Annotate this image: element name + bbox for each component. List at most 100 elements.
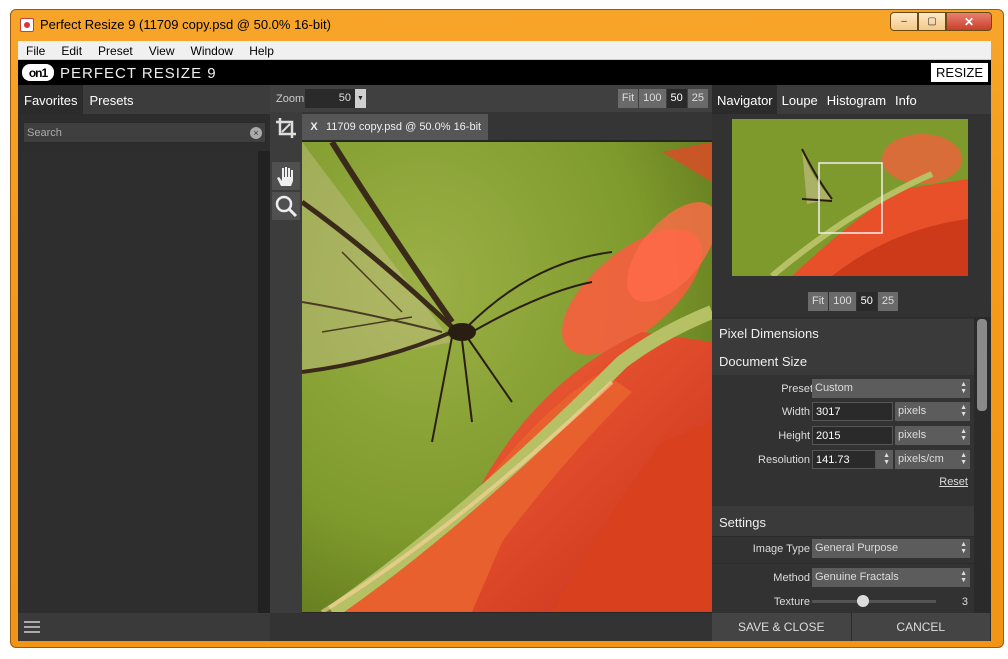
height-label: Height (778, 430, 810, 442)
resolution-stepper[interactable]: ▲ ▼ (876, 450, 893, 469)
reset-link[interactable]: Reset (939, 476, 968, 488)
zoom-25-button[interactable]: 25 (687, 89, 708, 108)
resolution-label: Resolution (758, 454, 810, 466)
zoom-tool-icon[interactable] (272, 192, 300, 220)
minimize-button[interactable]: – (890, 12, 918, 31)
resolution-input[interactable]: 141.73 (812, 450, 876, 469)
tab-loupe[interactable]: Loupe (777, 85, 822, 114)
center-footer (270, 613, 712, 641)
updown-icon: ▲ ▼ (960, 570, 967, 584)
footer-buttons: SAVE & CLOSE CANCEL (712, 613, 991, 641)
tab-histogram[interactable]: Histogram (822, 85, 890, 114)
brand-bar: on1 PERFECT RESIZE 9 RESIZE (18, 60, 991, 85)
left-panel: Favorites Presets Search × (18, 85, 270, 613)
settings-header[interactable]: Settings (712, 506, 974, 536)
width-unit-select[interactable]: pixels ▲ ▼ (895, 402, 970, 421)
tab-navigator[interactable]: Navigator (712, 85, 777, 114)
tab-presets[interactable]: Presets (83, 85, 139, 114)
search-placeholder: Search (27, 127, 62, 139)
window-controls: – ▢ ✕ (890, 12, 992, 31)
height-unit: pixels (898, 429, 927, 441)
right-panel: Navigator Loupe Histogram Info Fit 100 5… (712, 85, 991, 641)
nav-25-button[interactable]: 25 (877, 292, 899, 311)
document-size-header[interactable]: Document Size (712, 347, 974, 375)
save-close-button[interactable]: SAVE & CLOSE (712, 613, 852, 641)
maximize-button[interactable]: ▢ (918, 12, 946, 31)
menu-view[interactable]: View (141, 41, 183, 59)
menu-window[interactable]: Window (183, 41, 242, 59)
app-body: on1 PERFECT RESIZE 9 RESIZE Favorites Pr… (18, 60, 991, 641)
zoom-fit-button[interactable]: Fit (617, 89, 639, 108)
menu-edit[interactable]: Edit (53, 41, 90, 59)
texture-slider[interactable] (812, 595, 936, 607)
updown-icon: ▲ ▼ (960, 541, 967, 555)
nav-100-button[interactable]: 100 (829, 292, 856, 311)
scrollbar-thumb[interactable] (977, 319, 987, 411)
tab-favorites[interactable]: Favorites (18, 85, 84, 114)
navigator-preview[interactable] (732, 119, 968, 276)
method-label: Method (773, 572, 810, 584)
app-name: PERFECT RESIZE 9 (60, 65, 217, 82)
left-tabs: Favorites Presets (18, 85, 270, 114)
zoom-buttons: Fit 100 50 25 (617, 89, 708, 108)
image-type-select[interactable]: General Purpose ▲ ▼ (812, 539, 970, 558)
list-view-icon[interactable] (24, 621, 40, 633)
center-panel: Zoom 50 ▼ Fit 100 50 25 X 11709 copy.psd … (270, 85, 712, 641)
menu-help[interactable]: Help (241, 41, 282, 59)
left-footer (18, 613, 270, 641)
cancel-button[interactable]: CANCEL (851, 613, 991, 641)
updown-icon: ▲ ▼ (960, 452, 967, 466)
menu-bar: File Edit Preset View Window Help (18, 41, 991, 60)
on1-logo: on1 (22, 64, 54, 81)
height-input[interactable]: 2015 (812, 426, 893, 445)
preset-list (18, 151, 258, 613)
close-button[interactable]: ✕ (946, 12, 992, 31)
tool-strip (270, 112, 302, 641)
close-document-icon[interactable]: X (302, 114, 326, 140)
menu-preset[interactable]: Preset (90, 41, 141, 59)
height-unit-select[interactable]: pixels ▲ ▼ (895, 426, 970, 445)
texture-slider-handle[interactable] (856, 595, 869, 607)
tab-info[interactable]: Info (890, 85, 921, 114)
width-input[interactable]: 3017 (812, 402, 893, 421)
search-input[interactable]: Search × (23, 122, 266, 143)
width-label: Width (781, 406, 810, 418)
title-bar: Perfect Resize 9 (11709 copy.psd @ 50.0%… (10, 12, 1004, 40)
clear-search-icon[interactable]: × (250, 127, 262, 139)
zoom-input[interactable]: 50 (305, 89, 355, 108)
zoom-label: Zoom (276, 93, 305, 105)
image-type-label: Image Type (752, 543, 810, 555)
updown-icon: ▲ ▼ (960, 404, 967, 418)
document-name: 11709 copy.psd @ 50.0% 16-bit (326, 121, 482, 133)
preset-select[interactable]: Custom ▲ ▼ (812, 379, 970, 398)
canvas-area[interactable] (302, 140, 712, 613)
zoom-100-button[interactable]: 100 (639, 89, 666, 108)
image-type-value: General Purpose (815, 542, 899, 554)
left-scrollbar[interactable] (258, 151, 270, 613)
butterfly-photo (302, 142, 712, 612)
resolution-unit: pixels/cm (898, 453, 944, 465)
crop-icon[interactable] (272, 114, 300, 142)
menu-file[interactable]: File (18, 41, 53, 59)
hand-icon[interactable] (272, 162, 300, 190)
app-icon (20, 18, 34, 32)
nav-divider (712, 317, 991, 318)
right-tabs: Navigator Loupe Histogram Info (712, 85, 991, 114)
settings-scrollbar[interactable] (974, 317, 991, 613)
resize-mode-button[interactable]: RESIZE (931, 63, 988, 82)
width-unit: pixels (898, 405, 927, 417)
zoom-dropdown-icon[interactable]: ▼ (355, 89, 366, 108)
nav-50-button[interactable]: 50 (856, 292, 877, 311)
settings-divider (712, 536, 974, 537)
document-tab[interactable]: X 11709 copy.psd @ 50.0% 16-bit (302, 114, 488, 140)
preset-label: Preset (781, 383, 813, 395)
pixel-dimensions-header[interactable]: Pixel Dimensions (712, 319, 974, 347)
method-value: Genuine Fractals (815, 571, 899, 583)
resolution-unit-select[interactable]: pixels/cm ▲ ▼ (895, 450, 970, 469)
nav-fit-button[interactable]: Fit (808, 292, 829, 311)
zoom-50-button[interactable]: 50 (666, 89, 687, 108)
updown-icon: ▲ ▼ (960, 428, 967, 442)
preset-value: Custom (815, 382, 853, 394)
method-select[interactable]: Genuine Fractals ▲ ▼ (812, 568, 970, 587)
texture-label: Texture (773, 596, 810, 608)
